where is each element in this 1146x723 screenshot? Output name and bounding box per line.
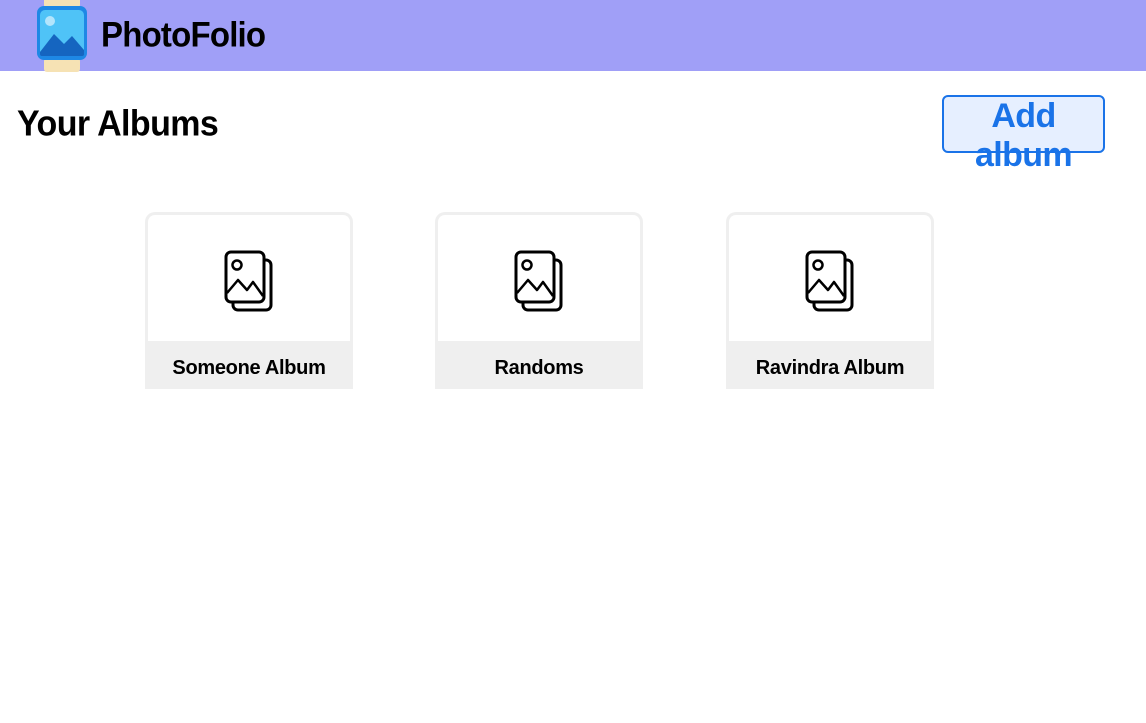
album-card[interactable]: Randoms bbox=[435, 212, 643, 389]
album-card[interactable]: Someone Album bbox=[145, 212, 353, 389]
album-thumbnail bbox=[438, 215, 640, 341]
album-thumbnail bbox=[729, 215, 931, 341]
album-thumbnail bbox=[148, 215, 350, 341]
images-icon bbox=[805, 250, 854, 312]
page-title: Your Albums bbox=[17, 104, 219, 144]
images-icon bbox=[224, 250, 273, 312]
album-name: Someone Album bbox=[145, 341, 353, 389]
add-album-button[interactable]: Add album bbox=[942, 95, 1105, 174]
album-name: Ravindra Album bbox=[726, 341, 934, 389]
album-card[interactable]: Ravindra Album bbox=[726, 212, 934, 389]
album-grid: Someone Album Randoms Ravindra Album bbox=[145, 212, 945, 390]
brand-name[interactable]: PhotoFolio bbox=[101, 14, 266, 55]
images-icon bbox=[514, 250, 563, 312]
navbar: PhotoFolio bbox=[0, 0, 1146, 72]
photo-folio-logo-icon[interactable] bbox=[34, 0, 90, 72]
album-name: Randoms bbox=[435, 341, 643, 389]
